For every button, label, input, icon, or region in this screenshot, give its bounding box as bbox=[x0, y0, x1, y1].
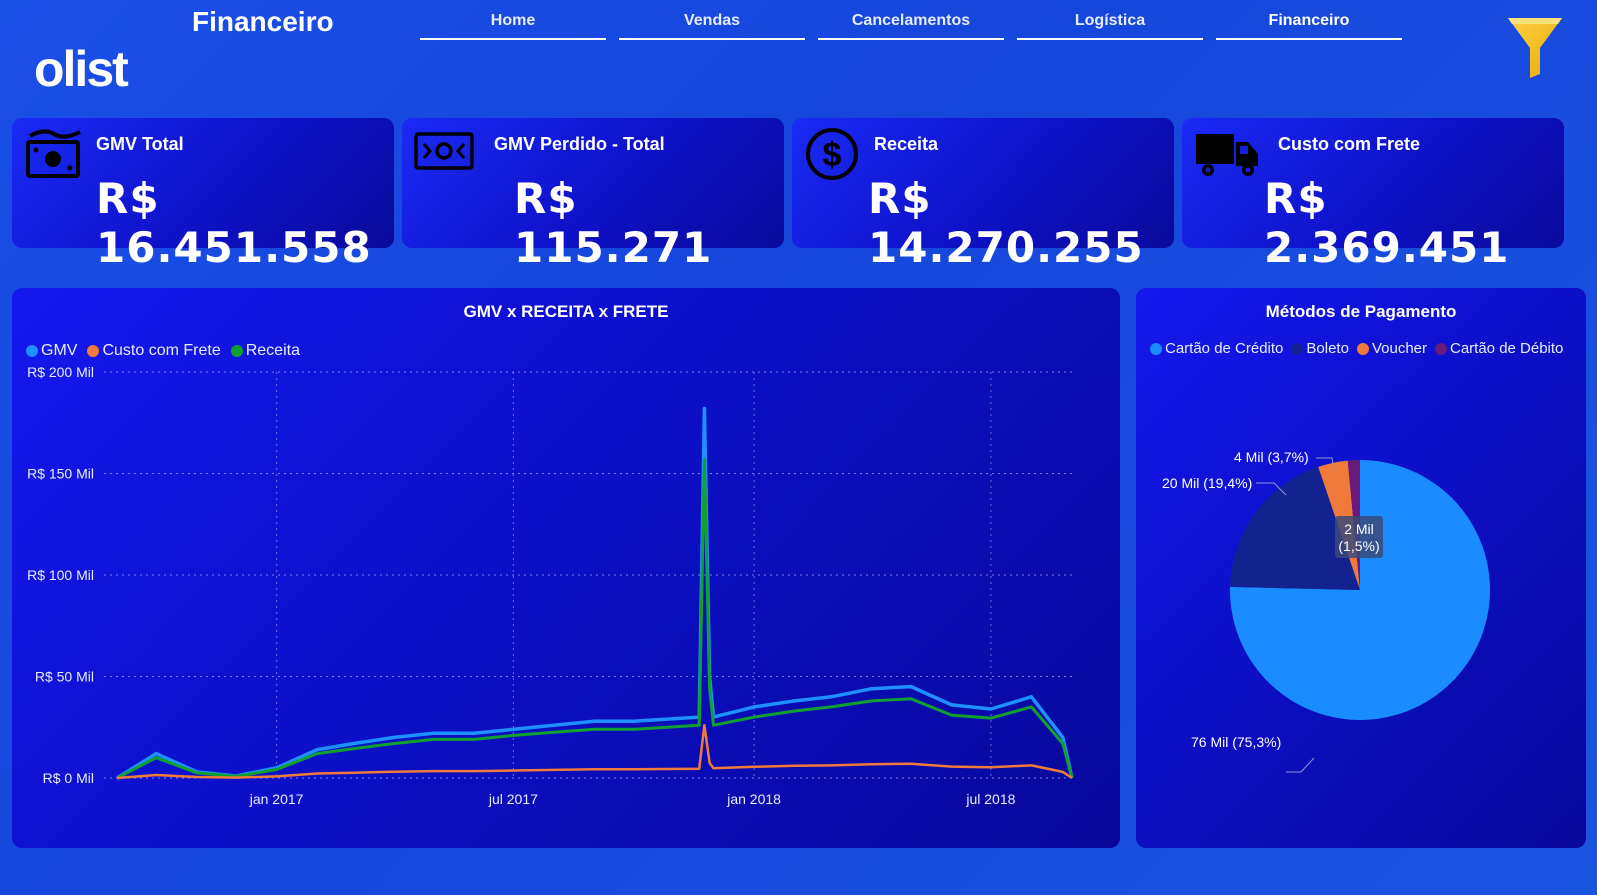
page-title: Financeiro bbox=[192, 6, 334, 37]
kpi-gmv-perdido: GMV Perdido - Total R$ 115.271 bbox=[402, 118, 784, 272]
y-tick-label: R$ 50 Mil bbox=[35, 669, 94, 685]
pie-label-voucher: 4 Mil (3,7%) bbox=[1234, 449, 1309, 465]
truck-icon bbox=[1196, 134, 1258, 176]
kpi-value: R$ 16.451.558 bbox=[96, 174, 372, 272]
x-tick-label: jan 2018 bbox=[726, 791, 781, 807]
dollar-circle-icon: $ bbox=[806, 128, 858, 180]
kpi-label: Custo com Frete bbox=[1278, 134, 1421, 154]
pie-label-debit-line2: (1,5%) bbox=[1338, 538, 1379, 554]
money-transfer-icon bbox=[414, 132, 474, 170]
pie-label-boleto: 20 Mil (19,4%) bbox=[1162, 475, 1252, 491]
svg-text:$: $ bbox=[823, 136, 842, 174]
pie-label-credit: 76 Mil (75,3%) bbox=[1191, 734, 1281, 750]
kpi-gmv-total: GMV Total R$ 16.451.558 bbox=[12, 118, 394, 272]
line-chart-panel: GMV x RECEITA x FRETE GMV Custo com Fret… bbox=[12, 288, 1120, 848]
y-tick-label: R$ 150 Mil bbox=[27, 466, 94, 482]
filter-icon[interactable] bbox=[1506, 14, 1564, 80]
kpi-receita: $ Receita R$ 14.270.255 bbox=[792, 118, 1174, 272]
kpi-value: R$ 2.369.451 bbox=[1264, 174, 1510, 272]
logo-text: olist bbox=[34, 41, 129, 97]
series-line-receita[interactable] bbox=[116, 457, 1074, 780]
tab-cancelamentos[interactable]: Cancelamentos bbox=[818, 10, 1004, 40]
tab-logistica[interactable]: Logística bbox=[1017, 10, 1203, 40]
olist-logo: olist bbox=[34, 40, 129, 98]
money-bill-icon bbox=[26, 129, 81, 178]
x-tick-label: jan 2017 bbox=[249, 791, 304, 807]
pie-chart-panel: Métodos de Pagamento Cartão de Crédito B… bbox=[1136, 288, 1586, 848]
y-tick-label: R$ 200 Mil bbox=[27, 364, 94, 380]
series-line-gmv[interactable] bbox=[116, 406, 1074, 780]
kpi-custo-frete: Custo com Frete R$ 2.369.451 bbox=[1182, 118, 1564, 272]
kpi-label: GMV Perdido - Total bbox=[494, 134, 665, 154]
tab-financeiro[interactable]: Financeiro bbox=[1216, 10, 1402, 40]
tab-vendas[interactable]: Vendas bbox=[619, 10, 805, 40]
y-tick-label: R$ 100 Mil bbox=[27, 567, 94, 583]
kpi-label: Receita bbox=[874, 134, 939, 154]
kpi-value: R$ 115.271 bbox=[514, 174, 713, 272]
y-tick-label: R$ 0 Mil bbox=[43, 770, 94, 786]
top-nav: Home Vendas Cancelamentos Logística Fina… bbox=[420, 10, 1402, 40]
line-chart[interactable]: R$ 200 Mil R$ 150 Mil R$ 100 Mil R$ 50 Mil R… bbox=[12, 288, 1120, 848]
x-tick-label: jul 2017 bbox=[488, 791, 538, 807]
kpi-value: R$ 14.270.255 bbox=[868, 174, 1144, 272]
tab-home[interactable]: Home bbox=[420, 10, 606, 40]
x-tick-label: jul 2018 bbox=[965, 791, 1015, 807]
pie-label-debit-line1: 2 Mil bbox=[1344, 521, 1374, 537]
pie-chart[interactable]: 76 Mil (75,3%) 20 Mil (19,4%) 4 Mil (3,7… bbox=[1136, 288, 1586, 848]
kpi-label: GMV Total bbox=[96, 134, 184, 154]
